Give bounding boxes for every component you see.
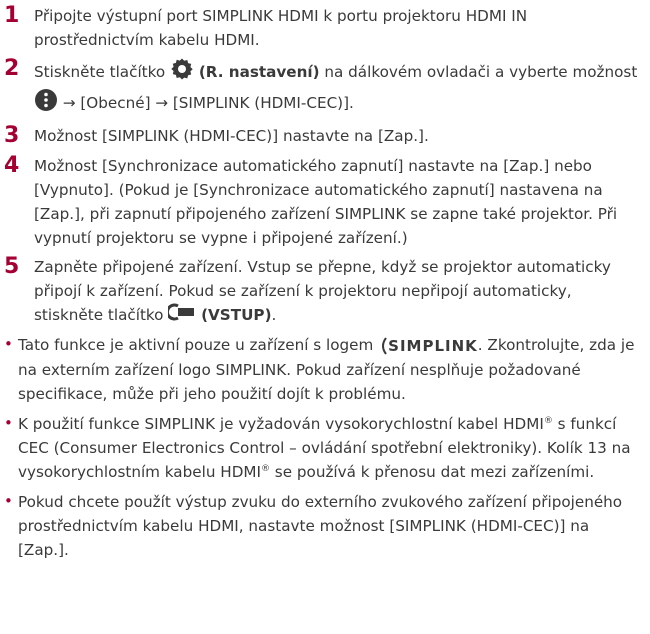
step-text: Možnost [Synchronizace automatického zap… xyxy=(34,157,618,247)
bullet-mark: • xyxy=(4,491,13,510)
step-text-part: . xyxy=(271,306,277,324)
input-icon xyxy=(166,303,196,328)
step-text-part: Zapněte připojené zařízení. Vstup se pře… xyxy=(34,258,611,324)
settings-label: (R. nastavení) xyxy=(198,63,320,81)
step-3: 3 Možnost [SIMPLINK (HDMI-CEC)] nastavte… xyxy=(4,123,644,149)
simplink-logo: SIMPLINK xyxy=(378,334,478,358)
step-1: 1 Připojte výstupní port SIMPLINK HDMI k… xyxy=(4,3,644,52)
step-text: Připojte výstupní port SIMPLINK HDMI k p… xyxy=(34,7,528,49)
note-1: • Tato funkce je aktivní pouze u zařízen… xyxy=(4,332,644,406)
gear-icon xyxy=(170,57,194,88)
step-2: 2 Stiskněte tlačítko (R. nastavení) na d… xyxy=(4,56,644,119)
step-5: 5 Zapněte připojené zařízení. Vstup se p… xyxy=(4,254,644,328)
step-text-part: Stiskněte tlačítko xyxy=(34,63,170,81)
menu-dots-icon xyxy=(34,88,58,119)
step-text-part: na dálkovém ovladači a vyberte možnost xyxy=(319,63,638,81)
step-4: 4 Možnost [Synchronizace automatického z… xyxy=(4,153,644,250)
registered-mark: ® xyxy=(260,463,270,474)
step-number: 5 xyxy=(4,254,20,279)
note-text: K použití funkce SIMPLINK je vyžadován v… xyxy=(18,411,644,484)
step-text-part: → [Obecné] → [SIMPLINK (HDMI-CEC)]. xyxy=(58,94,354,112)
note-text-part: Tato funkce je aktivní pouze u zařízení … xyxy=(18,336,379,354)
step-number: 2 xyxy=(4,56,20,81)
simplink-logo-text: SIMPLINK xyxy=(388,336,478,355)
note-text: Pokud chcete použít výstup zvuku do exte… xyxy=(18,492,623,559)
note-2: • K použití funkce SIMPLINK je vyžadován… xyxy=(4,411,644,484)
note-text: Tato funkce je aktivní pouze u zařízení … xyxy=(18,332,644,406)
step-number: 1 xyxy=(4,3,20,28)
step-number: 3 xyxy=(4,123,20,148)
note-text-part: se používá k přenosu dat mezi zařízeními… xyxy=(269,462,595,481)
bullet-mark: • xyxy=(4,413,13,432)
input-label: (VSTUP) xyxy=(201,306,272,324)
note-text-part: K použití funkce SIMPLINK je vyžadován v… xyxy=(18,414,544,433)
instruction-page: 1 Připojte výstupní port SIMPLINK HDMI k… xyxy=(0,0,650,562)
registered-mark: ® xyxy=(543,415,553,426)
note-3: • Pokud chcete použít výstup zvuku do ex… xyxy=(4,489,644,562)
bullet-mark: • xyxy=(4,335,13,353)
step-number: 4 xyxy=(4,153,20,178)
step-text: Stiskněte tlačítko (R. nastavení) na dál… xyxy=(34,56,644,119)
step-text: Možnost [SIMPLINK (HDMI-CEC)] nastavte n… xyxy=(34,127,429,145)
step-text: Zapněte připojené zařízení. Vstup se pře… xyxy=(34,254,644,328)
